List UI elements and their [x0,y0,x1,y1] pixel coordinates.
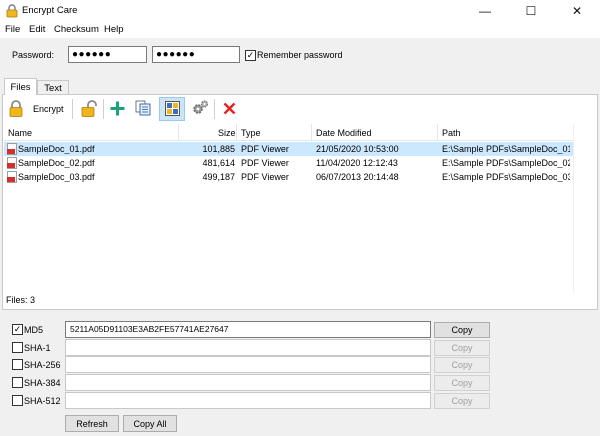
checksum-button[interactable] [159,97,185,121]
remove-button[interactable] [218,97,240,121]
password-input[interactable]: ●●●●●● [68,46,147,63]
file-date-modified: 21/05/2020 10:53:00 [316,144,399,154]
pdf-file-icon [7,143,17,155]
maximize-icon: ☐ [525,4,537,18]
file-type: PDF Viewer [241,144,289,154]
toolbar-separator [72,99,73,119]
sha384-field[interactable] [65,374,431,391]
menu-help[interactable]: Help [104,24,124,35]
minimize-icon: — [479,4,491,18]
confirm-password-input[interactable]: ●●●●●● [152,46,240,63]
file-path: E:\Sample PDFs\SampleDoc_03... [442,172,570,182]
file-type: PDF Viewer [241,172,289,182]
add-icon [110,101,125,118]
menu-file[interactable]: File [5,24,20,35]
table-row[interactable]: SampleDoc_01.pdf 101,885 PDF Viewer 21/0… [4,142,574,156]
file-name: SampleDoc_03.pdf [18,172,95,182]
file-date-modified: 11/04/2020 12:12:43 [316,158,398,168]
file-name: SampleDoc_02.pdf [18,158,95,168]
add-files-button[interactable] [106,97,128,121]
checkmark-icon: ✓ [246,50,255,60]
window-title: Encrypt Care [22,5,78,16]
settings-icon [192,100,209,118]
table-edge [573,124,574,293]
file-size: 499,187 [202,172,235,182]
sha1-label: SHA-1 [24,343,51,353]
table-row[interactable]: SampleDoc_03.pdf 499,187 PDF Viewer 06/0… [4,170,574,184]
md5-field[interactable]: 5211A05D91103E3AB2FE57741AE27647 [65,321,431,338]
column-divider[interactable] [311,124,312,141]
checkmark-icon: ✓ [13,324,22,334]
lock-open-icon [81,99,97,119]
sha512-field[interactable] [65,392,431,409]
encrypt-label: Encrypt [33,104,64,114]
menu-checksum[interactable]: Checksum [54,24,99,35]
close-window-button[interactable]: ✕ [554,0,600,22]
encrypt-button[interactable]: Encrypt [6,97,66,121]
column-header-date-modified[interactable]: Date Modified [316,128,372,138]
copy-files-icon [135,100,151,118]
files-count: Files: 3 [6,295,36,305]
sha384-label: SHA-384 [24,378,61,388]
file-size: 101,885 [202,144,235,154]
file-path: E:\Sample PDFs\SampleDoc_02... [442,158,570,168]
sha256-field[interactable] [65,356,431,373]
remember-password-checkbox[interactable]: ✓ [245,50,256,61]
toolbar-separator [214,99,215,119]
toolbar-separator [103,99,104,119]
copy-sha256-button[interactable]: Copy [434,357,490,373]
table-header [4,124,574,141]
menu-edit[interactable]: Edit [29,24,45,35]
sha1-checkbox[interactable] [12,342,23,353]
sha256-label: SHA-256 [24,360,61,370]
minimize-button[interactable]: — [462,0,508,22]
file-path: E:\Sample PDFs\SampleDoc_01... [442,144,570,154]
copy-sha1-button[interactable]: Copy [434,340,490,356]
copy-sha512-button[interactable]: Copy [434,393,490,409]
sha512-checkbox[interactable] [12,395,23,406]
refresh-button[interactable]: Refresh [65,415,119,432]
password-label: Password: [12,50,55,60]
pdf-file-icon [7,171,17,183]
column-header-path[interactable]: Path [442,128,461,138]
table-row[interactable]: SampleDoc_02.pdf 481,614 PDF Viewer 11/0… [4,156,574,170]
md5-checkbox[interactable]: ✓ [12,324,23,335]
decrypt-button[interactable] [77,97,101,121]
sha512-label: SHA-512 [24,396,61,406]
file-name: SampleDoc_01.pdf [18,144,95,154]
sha384-checkbox[interactable] [12,377,23,388]
copy-md5-button[interactable]: Copy [434,322,490,338]
settings-button[interactable] [189,97,211,121]
app-lock-icon [5,4,19,18]
column-divider[interactable] [236,124,237,141]
column-header-type[interactable]: Type [241,128,261,138]
column-header-name[interactable]: Name [8,128,32,138]
copy-files-button[interactable] [132,97,154,121]
remember-password-label: Remember password [257,50,343,60]
md5-label: MD5 [24,325,44,335]
remove-icon [223,102,236,117]
file-size: 481,614 [202,158,235,168]
maximize-button[interactable]: ☐ [508,0,554,22]
copy-all-button[interactable]: Copy All [123,415,177,432]
column-header-size[interactable]: Size [218,128,236,138]
sha256-checkbox[interactable] [12,359,23,370]
pdf-file-icon [7,157,17,169]
close-icon: ✕ [571,4,583,18]
checksum-icon [164,100,180,118]
column-divider[interactable] [437,124,438,141]
copy-sha384-button[interactable]: Copy [434,375,490,391]
tab-files[interactable]: Files [4,78,37,95]
file-type: PDF Viewer [241,158,289,168]
sha1-field[interactable] [65,339,431,356]
lock-closed-icon [9,99,23,119]
file-date-modified: 06/07/2013 20:14:48 [316,172,399,182]
column-divider[interactable] [178,124,179,141]
